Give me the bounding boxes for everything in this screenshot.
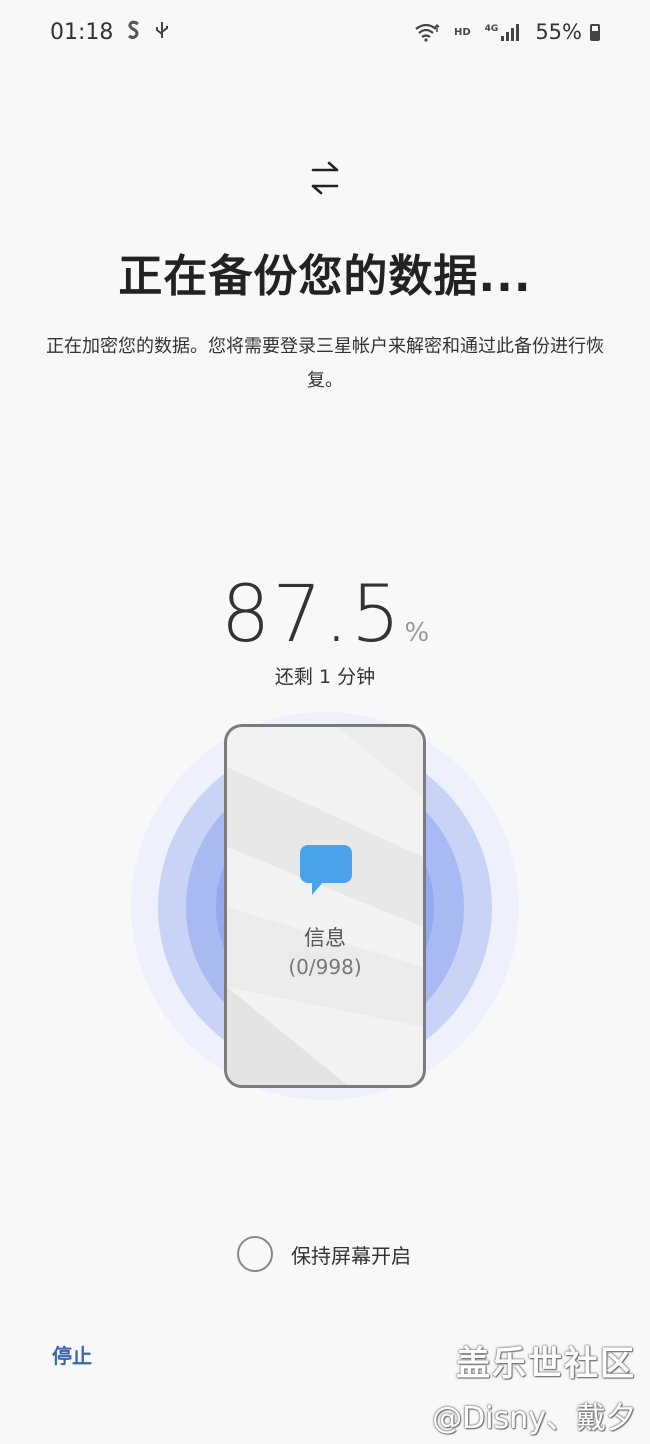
keep-screen-on-checkbox[interactable] — [237, 1236, 273, 1272]
progress-percent: 87.5% — [0, 570, 650, 660]
watermark: 盖乐世社区 @Disny、戴夕 — [432, 1336, 636, 1437]
transfer-arrows-icon — [311, 161, 339, 195]
status-right: HD 4G 55% — [414, 20, 600, 44]
status-time: 01:18 — [50, 19, 114, 45]
s-icon — [127, 20, 141, 45]
stop-button[interactable]: 停止 — [52, 1340, 92, 1369]
page-description: 正在加密您的数据。您将需要登录三星帐户来解密和通过此备份进行恢复。 — [46, 336, 604, 391]
keep-screen-on-label: 保持屏幕开启 — [291, 1243, 411, 1268]
watermark-line1: 盖乐世社区 — [456, 1344, 636, 1384]
status-bar: 01:18 HD 4G 55% — [0, 0, 650, 64]
hd-label: HD — [453, 26, 471, 38]
usb-icon — [155, 20, 169, 45]
signal-group: 4G — [485, 22, 522, 42]
signal-icon — [501, 24, 520, 41]
battery-icon — [590, 23, 600, 41]
current-item-label: 信息 — [304, 926, 346, 950]
current-item-count: (0/998) — [288, 955, 362, 979]
page-title: 正在备份您的数据... — [118, 251, 532, 302]
battery-percent: 55% — [535, 20, 582, 44]
phone-illustration: 信息 (0/998) — [224, 724, 426, 1088]
backup-illustration: 信息 (0/998) — [0, 700, 650, 1120]
progress-value: 87.5 — [220, 570, 403, 660]
watermark-line2: @Disny、戴夕 — [432, 1401, 636, 1436]
status-left: 01:18 — [50, 20, 169, 45]
wifi-icon — [415, 23, 440, 42]
network-type-label: 4G — [484, 24, 499, 34]
phone-screen-facets — [227, 727, 423, 1085]
message-icon — [300, 845, 352, 895]
keep-screen-on-option[interactable]: 保持屏幕开启 — [237, 1236, 411, 1272]
progress-unit: % — [404, 618, 430, 648]
time-remaining: 还剩 1 分钟 — [274, 666, 376, 688]
